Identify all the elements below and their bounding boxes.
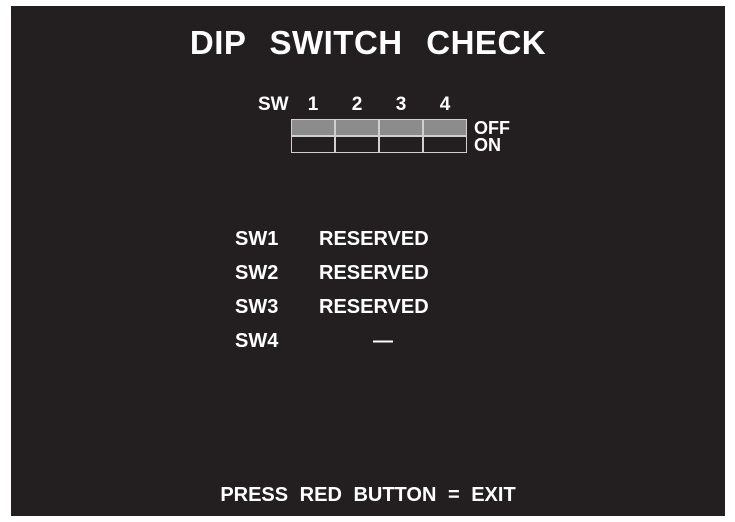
switch-3-off-cell [379,119,423,136]
on-label: ON [474,135,501,155]
dip-switch-screen: DIP SWITCH CHECK SW 1 2 3 4 OFF ON SW1 R… [11,6,725,516]
setting-value-3: RESERVED [319,296,429,318]
dip-switch-grid [291,119,467,153]
switch-4-on-cell [423,136,467,153]
setting-switch-3: SW3 [235,296,279,318]
setting-value-4: — [373,330,393,352]
page-title: DIP SWITCH CHECK [189,24,547,61]
switch-4-off-cell [423,119,467,136]
setting-switch-2: SW2 [235,262,279,284]
switch-number-3: 3 [395,94,407,115]
switch-number-4: 4 [439,94,451,115]
switch-2-off-cell [335,119,379,136]
setting-switch-1: SW1 [235,228,279,250]
switch-1-off-cell [291,119,335,136]
switch-number-1: 1 [307,94,319,115]
switch-number-2: 2 [351,94,363,115]
switch-1-on-cell [291,136,335,153]
exit-instruction: PRESS RED BUTTON = EXIT [220,484,516,506]
setting-value-1: RESERVED [319,228,429,250]
setting-value-2: RESERVED [319,262,429,284]
off-label: OFF [474,118,510,138]
switch-2-on-cell [335,136,379,153]
switch-header-label: SW [258,94,289,115]
switch-3-on-cell [379,136,423,153]
setting-switch-4: SW4 [235,330,279,352]
